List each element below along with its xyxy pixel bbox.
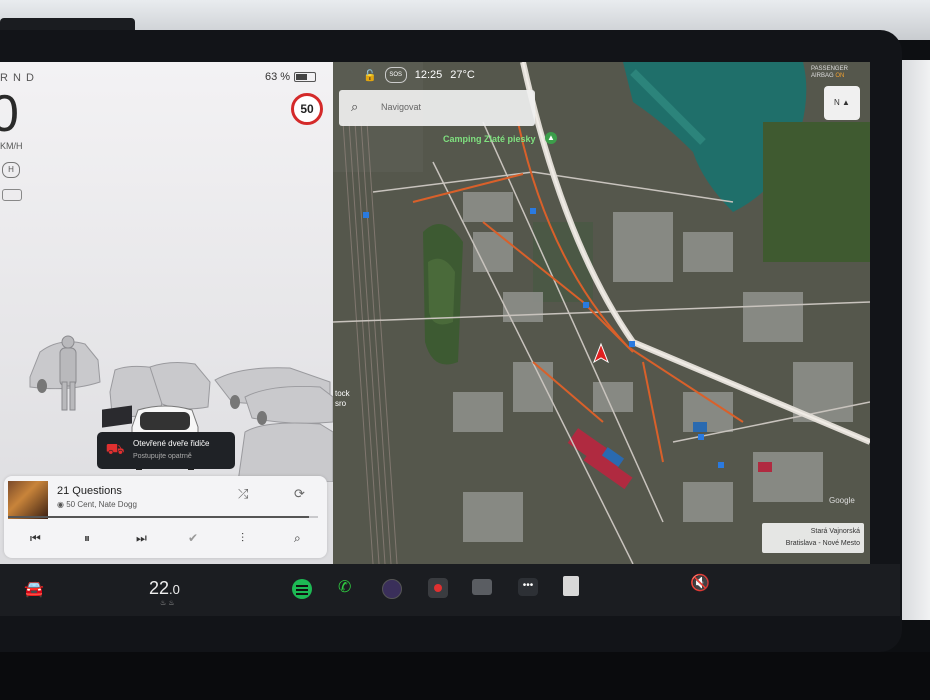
door-open-alert: ⛟ Otevřené dveře řidiče Postupujte opatr… bbox=[97, 432, 235, 469]
previous-track-icon[interactable]: ⏮ bbox=[30, 531, 41, 546]
car-door-warning-icon: ⛟ bbox=[105, 441, 125, 458]
battery-indicator: 63 % bbox=[265, 71, 317, 83]
sos-icon[interactable]: SOS bbox=[384, 67, 407, 83]
spotify-small-icon: ◉ bbox=[57, 500, 64, 509]
satellite-map bbox=[333, 62, 870, 564]
status-bar: 🔓 SOS 12:25 27°C bbox=[363, 67, 475, 83]
more-apps-icon[interactable]: ••• bbox=[518, 578, 538, 596]
speed-limit-sign: 50 bbox=[291, 93, 323, 125]
volume-mute-icon[interactable]: 🔇 bbox=[690, 573, 710, 593]
next-track-icon[interactable]: ⏭ bbox=[136, 531, 147, 546]
spotify-icon[interactable] bbox=[292, 579, 312, 599]
media-player[interactable]: 21 Questions ◉ 50 Cent, Nate Dogg ⤮ ⟳ ⏮ … bbox=[4, 476, 327, 558]
auto-hold-icon: H bbox=[2, 162, 20, 178]
car-icon[interactable]: 🚘 bbox=[24, 564, 44, 616]
outside-temperature: 27°C bbox=[450, 69, 475, 81]
album-art[interactable] bbox=[8, 481, 48, 519]
passenger-airbag-indicator: PASSENGER AIRBAG ON bbox=[811, 66, 848, 80]
phone-icon[interactable]: ✆ bbox=[338, 577, 351, 597]
compass-icon[interactable]: N ▲ bbox=[824, 86, 860, 120]
camping-icon[interactable]: ▲ bbox=[545, 132, 557, 144]
like-check-icon[interactable]: ✔ bbox=[188, 531, 198, 545]
poi-label[interactable]: Camping Zlaté piesky bbox=[443, 134, 536, 144]
speed-unit: KM/H bbox=[0, 141, 23, 151]
navigation-search[interactable]: ⌕ Navigovat bbox=[339, 90, 535, 126]
song-title: 21 Questions bbox=[57, 485, 122, 497]
manual-icon[interactable] bbox=[563, 576, 579, 596]
gear-selector[interactable]: R N D bbox=[0, 72, 35, 84]
touchscreen: R N D 63 % 0 KM/H H 50 ⛟ Otevřené dveře … bbox=[0, 62, 870, 564]
camera-icon[interactable] bbox=[382, 579, 402, 599]
calendar-icon[interactable] bbox=[472, 579, 492, 595]
partial-map-label: tock sro bbox=[335, 389, 350, 408]
dashboard-bottom bbox=[0, 652, 930, 700]
lock-icon[interactable]: 🔓 bbox=[363, 69, 377, 82]
seat-heater-icon: ♨ ♨ bbox=[160, 600, 175, 607]
map-attribution: Google bbox=[829, 496, 855, 505]
pause-icon[interactable]: ⏸ bbox=[84, 531, 90, 546]
alert-title: Otevřené dveře řidiče bbox=[133, 439, 210, 448]
repeat-icon[interactable]: ⟳ bbox=[294, 486, 305, 502]
headlights-icon bbox=[2, 189, 22, 201]
song-artist: ◉ 50 Cent, Nate Dogg bbox=[57, 500, 137, 509]
clock: 12:25 bbox=[414, 69, 443, 81]
dashboard-trim bbox=[900, 60, 930, 620]
airbag-line1: PASSENGER bbox=[811, 66, 848, 72]
current-location-card[interactable]: Stará Vajnorská Bratislava - Nové Mesto bbox=[762, 523, 864, 553]
search-icon[interactable]: ⌕ bbox=[351, 99, 358, 115]
street-name: Stará Vajnorská bbox=[810, 528, 860, 535]
alert-subtitle: Postupujte opatrně bbox=[133, 453, 192, 460]
shuffle-icon[interactable]: ⤮ bbox=[238, 486, 248, 502]
bottom-dock: 🚘 22.0 ♨ ♨ ✆ ••• 🔇 bbox=[0, 564, 900, 616]
battery-icon bbox=[294, 72, 317, 82]
airbag-state: ON bbox=[835, 73, 845, 79]
airbag-line2: AIRBAG bbox=[811, 73, 834, 79]
navigation-map[interactable]: 🔓 SOS 12:25 27°C ⌕ Navigovat PASSENGER A… bbox=[333, 62, 870, 564]
city-district: Bratislava - Nové Mesto bbox=[785, 540, 860, 547]
dashcam-icon[interactable] bbox=[428, 578, 448, 598]
search-music-icon[interactable]: ⌕ bbox=[294, 531, 301, 546]
battery-percent: 63 % bbox=[265, 71, 291, 83]
playback-progress[interactable] bbox=[8, 516, 318, 518]
vehicle-panel: R N D 63 % 0 KM/H H 50 ⛟ Otevřené dveře … bbox=[0, 62, 333, 564]
climate-temperature[interactable]: 22.0 bbox=[149, 578, 180, 599]
speed-readout: 0 bbox=[0, 85, 19, 143]
equalizer-icon[interactable]: ⫶ bbox=[241, 531, 244, 546]
artist-name: 50 Cent, Nate Dogg bbox=[66, 500, 137, 509]
search-placeholder[interactable]: Navigovat bbox=[381, 102, 421, 112]
